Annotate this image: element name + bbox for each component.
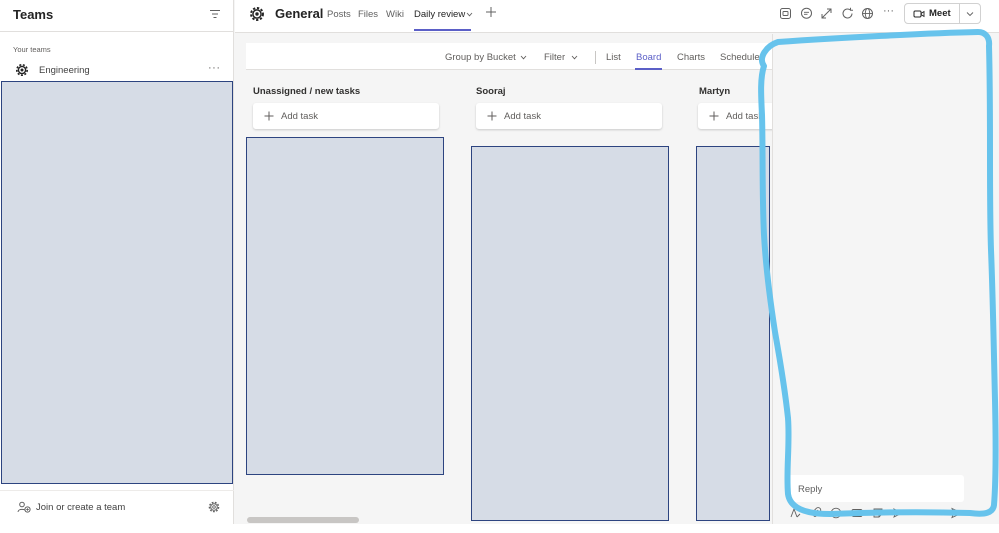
more-options-icon[interactable]: ···	[883, 5, 894, 17]
emoji-icon[interactable]	[830, 507, 842, 519]
video-camera-icon	[913, 10, 925, 18]
gif-icon[interactable]	[851, 507, 863, 519]
sidebar-title: Teams	[13, 7, 54, 22]
chevron-down-icon[interactable]	[466, 11, 473, 18]
teams-sidebar: Teams Your teams Engineering ··· Join or…	[0, 0, 234, 524]
format-icon[interactable]	[789, 507, 801, 519]
plus-icon	[487, 111, 497, 121]
team-gear-icon	[250, 7, 264, 21]
join-or-create-team-link[interactable]: Join or create a team	[36, 502, 125, 513]
attach-icon[interactable]	[810, 507, 822, 519]
sticker-icon[interactable]	[872, 507, 884, 519]
redacted-region	[696, 146, 770, 521]
planner-board: Group by Bucket Filter List Board Charts…	[235, 34, 772, 524]
redacted-region	[246, 137, 444, 475]
reply-input[interactable]: Reply	[788, 475, 964, 502]
sidebar-footer: Join or create a team	[0, 490, 234, 524]
refresh-icon[interactable]	[841, 7, 854, 20]
meeting-chat-icon[interactable]	[779, 7, 792, 20]
channel-name: General	[275, 6, 324, 21]
expand-icon[interactable]	[820, 7, 833, 20]
add-task-button[interactable]: Add task	[476, 103, 662, 129]
more-options-icon[interactable]: ···	[913, 505, 923, 516]
active-view-indicator	[635, 68, 662, 70]
bucket-title: Martyn	[699, 86, 731, 97]
team-gear-icon	[16, 64, 28, 76]
bucket-title: Sooraj	[476, 86, 506, 97]
add-task-label: Add task	[281, 111, 318, 122]
reply-placeholder: Reply	[798, 484, 823, 495]
conversation-pane: Reply ···	[772, 34, 999, 524]
your-teams-label: Your teams	[13, 45, 51, 54]
tab-posts[interactable]: Posts	[327, 9, 351, 20]
chevron-down-icon[interactable]	[571, 54, 578, 61]
chevron-down-icon[interactable]	[520, 54, 527, 61]
people-add-icon[interactable]	[17, 500, 31, 514]
more-options-icon[interactable]: ···	[208, 62, 221, 74]
schedule-meeting-icon[interactable]	[892, 507, 904, 519]
add-task-button[interactable]: Add task	[698, 103, 772, 129]
horizontal-scrollbar[interactable]	[247, 517, 359, 523]
conversation-icon[interactable]	[800, 7, 813, 20]
add-task-button[interactable]: Add task	[253, 103, 439, 129]
redacted-region	[1, 81, 233, 484]
add-tab-icon[interactable]	[485, 6, 497, 18]
view-schedule[interactable]: Schedule	[720, 52, 760, 63]
bucket-title: Unassigned / new tasks	[253, 86, 361, 97]
plus-icon	[709, 111, 719, 121]
filter-dropdown[interactable]: Filter	[544, 52, 565, 63]
team-label: Engineering	[39, 65, 90, 76]
chevron-down-icon[interactable]	[966, 10, 974, 18]
tab-daily-review[interactable]: Daily review	[414, 9, 465, 20]
add-task-label: Add task	[726, 111, 763, 122]
window-bottom-edge	[0, 524, 999, 533]
view-list[interactable]: List	[606, 52, 621, 63]
planner-toolbar: Group by Bucket Filter List Board Charts…	[246, 43, 772, 70]
send-icon[interactable]	[951, 507, 963, 519]
view-board[interactable]: Board	[636, 52, 661, 63]
plus-icon	[264, 111, 274, 121]
tab-files[interactable]: Files	[358, 9, 378, 20]
filter-icon[interactable]	[208, 7, 222, 21]
redacted-region	[471, 146, 669, 521]
group-by-dropdown[interactable]: Group by Bucket	[445, 52, 516, 63]
gear-icon[interactable]	[207, 500, 221, 514]
globe-icon[interactable]	[861, 7, 874, 20]
channel-header: General Posts Files Wiki Daily review ··…	[235, 0, 999, 33]
meet-divider	[959, 4, 960, 23]
sidebar-header: Teams	[0, 0, 234, 32]
team-item-engineering[interactable]: Engineering ···	[0, 60, 234, 80]
toolbar-divider	[595, 51, 596, 64]
add-task-label: Add task	[504, 111, 541, 122]
meet-button[interactable]: Meet	[904, 3, 981, 24]
active-tab-indicator	[414, 29, 471, 31]
tab-wiki[interactable]: Wiki	[386, 9, 404, 20]
view-charts[interactable]: Charts	[677, 52, 705, 63]
meet-label: Meet	[929, 8, 951, 19]
